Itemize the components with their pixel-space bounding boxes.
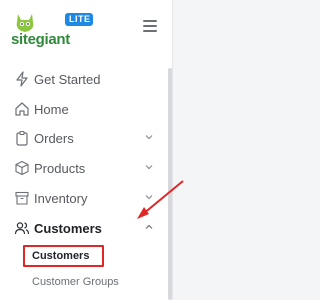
users-icon — [14, 222, 30, 235]
logo-badge-text: LITE — [69, 14, 91, 24]
home-icon — [15, 102, 29, 116]
sitegiant-logo[interactable]: LITE sitegiant — [9, 10, 99, 50]
archive-icon — [15, 191, 29, 205]
sidebar-item-orders[interactable]: Orders — [0, 125, 168, 151]
hamburger-icon — [143, 20, 157, 22]
chevron-down-icon — [145, 195, 153, 200]
box-icon — [15, 160, 29, 176]
sidebar-item-products[interactable]: Products — [0, 155, 168, 181]
lightning-icon — [16, 71, 28, 87]
sidebar-subitem-customer-groups[interactable]: Customer Groups — [24, 270, 119, 294]
sidebar-item-home[interactable]: Home — [0, 96, 168, 122]
sidebar-item-label: Products — [34, 161, 86, 176]
sidebar-item-label: Orders — [34, 131, 74, 146]
chevron-up-icon — [145, 224, 153, 229]
sidebar-item-label: Get Started — [34, 72, 101, 87]
sidebar-item-customers[interactable]: Customers — [0, 215, 168, 241]
sidebar-subitem-label: Customer Groups — [32, 276, 119, 288]
chevron-down-icon — [145, 165, 153, 170]
sidebar-item-get-started[interactable]: Get Started — [0, 66, 168, 92]
menu-toggle-button[interactable] — [143, 20, 158, 32]
logo-wordmark: sitegiant — [11, 31, 70, 48]
sidebar: LITE sitegiant Get Started Home Orders P… — [0, 0, 173, 300]
annotation-highlight-box — [23, 245, 104, 267]
sidebar-item-inventory[interactable]: Inventory — [0, 185, 168, 211]
sidebar-item-label: Home — [34, 102, 69, 117]
sidebar-item-label: Customers — [34, 221, 102, 236]
sidebar-item-label: Inventory — [34, 191, 88, 206]
chevron-down-icon — [145, 135, 153, 140]
clipboard-icon — [16, 130, 28, 146]
sidebar-scrollbar[interactable] — [168, 68, 172, 300]
